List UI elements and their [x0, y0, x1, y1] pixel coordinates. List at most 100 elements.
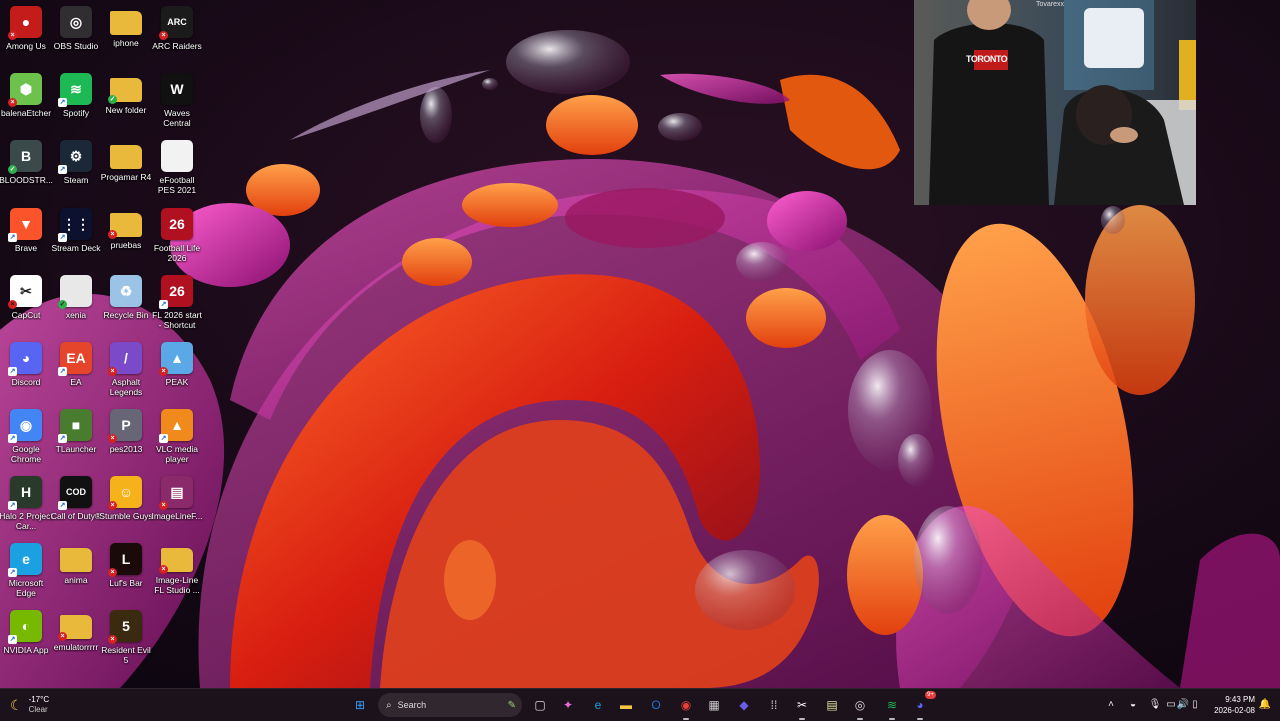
bloodstrike-icon: B ✓ — [8, 140, 42, 174]
notepad-icon[interactable]: ▤ — [820, 693, 844, 717]
weather-widget[interactable]: ☾ -17°C Clear — [10, 693, 49, 717]
desktop-icon[interactable]: ▲ × PEAK — [151, 339, 203, 405]
battery-icon[interactable]: ▯ — [1188, 697, 1202, 711]
desktop-icon[interactable]: P × pes2013 — [100, 406, 152, 472]
desktop-icon[interactable]: ◉ ↗ Google Chrome — [0, 406, 52, 472]
tray-glyph: 🎙 — [1148, 698, 1162, 710]
taskbar-glyph: ≋ — [886, 698, 898, 712]
shortcut-arrow-icon: ↗ — [8, 233, 17, 242]
desktop-icon-label: Halo 2 Project Car... — [0, 511, 53, 531]
desktop-icon[interactable]: ◎ OBS Studio — [50, 3, 102, 69]
desktop-icon[interactable]: ▲ ↗ VLC media player — [151, 406, 203, 472]
desktop-icon-label: New folder — [105, 105, 147, 115]
desktop-icon[interactable]: ■ ↗ TLauncher — [50, 406, 102, 472]
sync-error-badge-icon: × — [108, 367, 117, 376]
desktop-icon[interactable]: H ↗ Halo 2 Project Car... — [0, 473, 53, 539]
pes2013-icon: P × — [108, 409, 142, 443]
file-explorer-icon[interactable]: ▬ — [614, 693, 638, 717]
desktop-icon[interactable]: ≋ ↗ Spotify — [50, 70, 102, 136]
desktop-icon[interactable]: ⚙ ↗ Steam — [50, 137, 102, 203]
icon-glyph: ♻ — [119, 282, 133, 299]
edge-taskbar-icon[interactable]: e — [586, 693, 610, 717]
desktop-icon[interactable]: ⬢ × balenaEtcher — [0, 70, 52, 136]
peak-icon: ▲ × — [159, 342, 193, 376]
icon-glyph: 5 — [122, 618, 130, 634]
desktop-icon[interactable]: iphone — [100, 3, 152, 69]
folder-icon — [60, 548, 92, 572]
notification-bell-icon[interactable]: 🔔 — [1258, 697, 1272, 711]
proton-vpn-icon[interactable]: ◆ — [732, 693, 756, 717]
microsoft-store-icon[interactable]: ▦ — [702, 693, 726, 717]
desktop-icon[interactable]: B ✓ BLOODSTR... — [0, 137, 53, 203]
desktop-icon[interactable]: 5 × Resident Evil 5 — [100, 607, 152, 673]
taskbar-glyph: ▢ — [534, 698, 546, 712]
desktop-icon[interactable]: ▤ × ImageLineF... — [151, 473, 203, 539]
outlook-icon[interactable]: O — [644, 693, 668, 717]
desktop-icon[interactable]: ✓ New folder — [100, 70, 152, 136]
balena-etcher-icon: ⬢ × — [8, 73, 42, 107]
task-view-icon[interactable]: ▢ — [528, 693, 552, 717]
fl-2026-icon: 26 ↗ — [159, 275, 193, 309]
desktop-icon[interactable]: anima — [50, 540, 102, 606]
icon-glyph: ◎ — [69, 13, 83, 30]
show-hidden-icons[interactable]: ˄ — [1104, 697, 1118, 711]
icon-glyph: ≋ — [70, 80, 82, 97]
tray-app-icon[interactable]: ◒ — [1126, 697, 1140, 711]
desktop-icon[interactable]: × emulatorrrrr — [50, 607, 102, 673]
desktop-icon[interactable]: L × Luf's Bar — [100, 540, 152, 606]
desktop-icon-label: emulatorrrrr — [53, 642, 99, 652]
desktop-icon[interactable]: ◕ ↗ Discord — [0, 339, 52, 405]
chrome-taskbar-icon[interactable]: ◉ — [674, 693, 698, 720]
desktop-icon[interactable]: ◐ ↗ NVIDIA App — [0, 607, 52, 673]
icon-glyph: EA — [66, 350, 86, 366]
taskbar-glyph: ⁞⁞ — [770, 698, 778, 712]
start-button[interactable]: ⊞ — [348, 693, 372, 717]
discord-taskbar-icon[interactable]: ◕ 9+ — [908, 691, 936, 720]
desktop-icon-label: Microsoft Edge — [8, 578, 44, 598]
desktop-icon[interactable]: ▼ ↗ Brave — [0, 205, 52, 271]
sync-error-badge-icon: × — [108, 568, 117, 577]
icon-glyph: ◐ — [21, 618, 31, 634]
desktop-icon[interactable]: Progamar R4 — [100, 137, 152, 203]
moon-icon: ☾ — [10, 696, 23, 713]
desktop-icon-label: Luf's Bar — [109, 578, 143, 588]
desktop-icon[interactable]: 26 Football Life 2026 — [151, 205, 203, 271]
capcut-taskbar-icon[interactable]: ✂ — [790, 693, 814, 720]
desktop-icon[interactable]: 26 ↗ FL 2026 start - Shortcut — [151, 272, 203, 338]
desktop-icon[interactable]: ● × Among Us — [0, 3, 52, 69]
shortcut-arrow-icon: ↗ — [58, 233, 67, 242]
desktop-icon[interactable]: eFootball PES 2021 — [151, 137, 203, 203]
desktop-icon[interactable]: ✓ xenia — [50, 272, 102, 338]
icon-glyph: P — [121, 417, 131, 433]
desktop-icon[interactable]: × pruebas — [100, 205, 152, 271]
nvidia-icon: ◐ ↗ — [8, 610, 42, 644]
desktop-icon-label: anima — [64, 575, 88, 585]
microphone-icon[interactable]: 🎙 — [1148, 697, 1162, 711]
copilot-icon[interactable]: ✦ — [556, 693, 580, 717]
sync-ok-badge-icon: ✓ — [8, 165, 17, 174]
obs-taskbar-icon[interactable]: ◎ — [848, 693, 872, 720]
taskbar-clock[interactable]: 9:43 PM 2026-02-08 — [1205, 694, 1255, 716]
taskbar-search-box[interactable]: ⌕ Search ✎ — [378, 693, 522, 717]
taskbar-glyph: ▦ — [708, 698, 720, 712]
desktop-icon[interactable]: × Image-Line FL Studio ... — [151, 540, 203, 606]
desktop-icon[interactable]: / × Asphalt Legends — [100, 339, 152, 405]
icon-glyph: ● — [21, 14, 31, 30]
desktop-icon[interactable]: COD ↗ Call of Duty® — [50, 473, 102, 539]
desktop-icon[interactable]: e ↗ Microsoft Edge — [0, 540, 52, 606]
folder-icon: × — [58, 615, 92, 641]
sync-error-badge-icon: × — [159, 31, 168, 40]
weather-description: Clear — [28, 705, 48, 714]
desktop-icon[interactable]: ☺ × Stumble Guys — [99, 473, 153, 539]
desktop-icon[interactable]: ♻ Recycle Bin — [100, 272, 152, 338]
desktop-icon[interactable]: W Waves Central — [151, 70, 203, 136]
stumble-guys-icon: ☺ × — [108, 476, 142, 510]
desktop-icon[interactable]: EA ↗ EA — [50, 339, 102, 405]
taskbar-glyph: e — [594, 698, 602, 712]
desktop-icon-label: iphone — [113, 38, 139, 48]
desktop-icon[interactable]: ✂ × CapCut — [0, 272, 52, 338]
apps-grid-icon[interactable]: ⁞⁞ — [762, 693, 786, 717]
desktop-icon[interactable]: ARC × ARC Raiders — [151, 3, 203, 69]
desktop-icon[interactable]: ⋮⋮ ↗ Stream Deck — [50, 205, 102, 271]
spotify-taskbar-icon[interactable]: ≋ — [880, 693, 904, 720]
